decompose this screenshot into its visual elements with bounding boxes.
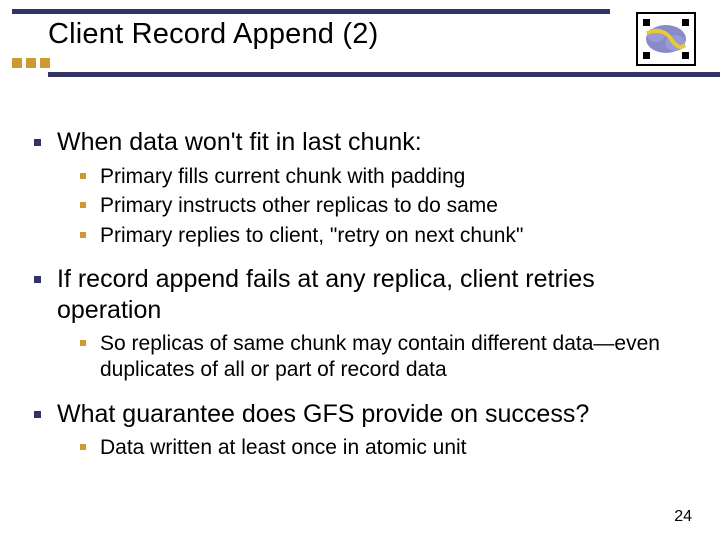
bullet-level1: If record append fails at any replica, c… (34, 264, 686, 325)
bullet-square-icon (34, 411, 41, 418)
bullet-level1: What guarantee does GFS provide on succe… (34, 399, 686, 430)
content: When data won't fit in last chunk: Prima… (28, 127, 692, 461)
bullet-level2: Primary replies to client, "retry on nex… (80, 223, 686, 249)
bullet-level2: Primary fills current chunk with padding (80, 164, 686, 190)
bullet-text: If record append fails at any replica, c… (57, 264, 686, 325)
bullet-text: Primary instructs other replicas to do s… (100, 193, 498, 219)
bullet-text: Primary fills current chunk with padding (100, 164, 465, 190)
page-number: 24 (674, 508, 692, 526)
bullet-text: When data won't fit in last chunk: (57, 127, 422, 158)
bullet-list: When data won't fit in last chunk: Prima… (34, 127, 686, 461)
bullet-text: Data written at least once in atomic uni… (100, 435, 467, 461)
bullet-square-icon (80, 173, 86, 179)
bullet-level2: Data written at least once in atomic uni… (80, 435, 686, 461)
bullet-level1: When data won't fit in last chunk: (34, 127, 686, 158)
bullet-text: So replicas of same chunk may contain di… (100, 331, 686, 382)
sub-list: Primary fills current chunk with padding… (80, 164, 686, 249)
top-rule (12, 9, 610, 14)
sub-list: Data written at least once in atomic uni… (80, 435, 686, 461)
bullet-square-icon (80, 444, 86, 450)
title-underline (48, 72, 720, 77)
bullet-square-icon (80, 232, 86, 238)
slide-title: Client Record Append (2) (48, 18, 692, 51)
bullet-text: Primary replies to client, "retry on nex… (100, 223, 523, 249)
bullet-level2: So replicas of same chunk may contain di… (80, 331, 686, 382)
sub-list: So replicas of same chunk may contain di… (80, 331, 686, 382)
slide: Client Record Append (2) When data won't… (0, 0, 720, 540)
bullet-square-icon (80, 340, 86, 346)
decorative-icon (636, 12, 696, 66)
bullet-text: What guarantee does GFS provide on succe… (57, 399, 589, 430)
bullet-square-icon (80, 202, 86, 208)
title-area: Client Record Append (2) (28, 18, 692, 51)
bullet-level2: Primary instructs other replicas to do s… (80, 193, 686, 219)
bullet-square-icon (34, 139, 41, 146)
bullet-square-icon (34, 276, 41, 283)
accent-squares (12, 58, 50, 68)
